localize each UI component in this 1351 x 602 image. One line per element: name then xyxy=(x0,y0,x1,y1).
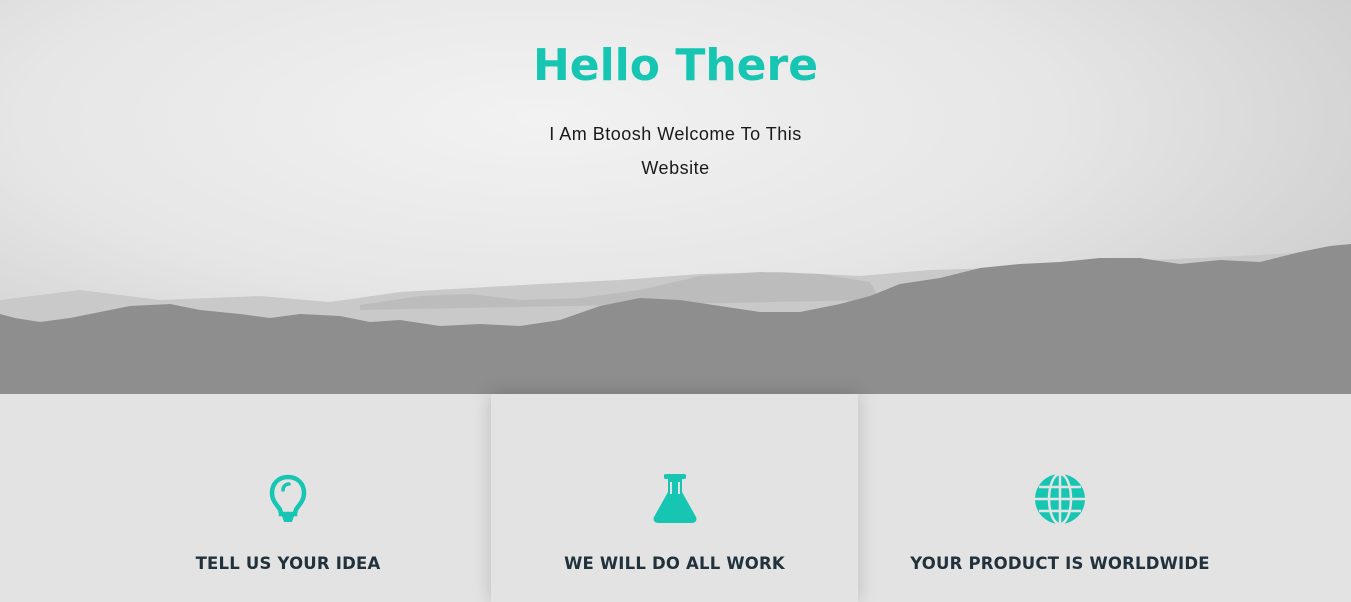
feature-card-worldwide: YOUR PRODUCT IS WORLDWIDE xyxy=(880,394,1240,602)
feature-card-idea: TELL US YOUR IDEA xyxy=(108,394,468,602)
feature-label: YOUR PRODUCT IS WORLDWIDE xyxy=(910,554,1210,573)
feature-label: TELL US YOUR IDEA xyxy=(195,554,381,573)
globe-icon xyxy=(1035,472,1085,526)
hero-section: Hello There I Am Btoosh Welcome To This … xyxy=(0,0,1351,394)
lightbulb-icon xyxy=(269,474,307,522)
feature-card-work: WE WILL DO ALL WORK xyxy=(491,394,858,602)
flask-icon xyxy=(652,474,697,523)
hero-subtitle: I Am Btoosh Welcome To This Website xyxy=(549,124,802,178)
feature-label: WE WILL DO ALL WORK xyxy=(564,554,785,573)
hero-title: Hello There xyxy=(532,40,819,91)
features-section: TELL US YOUR IDEA WE WILL DO ALL WORK YO… xyxy=(0,394,1351,602)
